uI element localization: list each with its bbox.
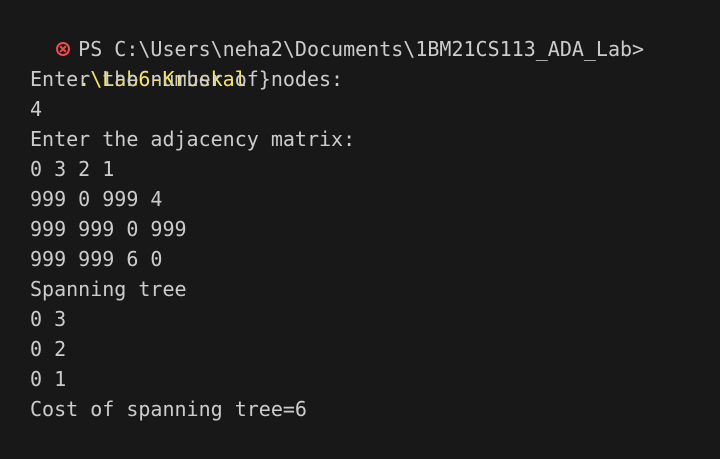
output-line: 999 999 0 999	[30, 217, 187, 241]
output-line: 0 1	[30, 367, 67, 391]
command-line: .\Lab6-Kruskal }	[0, 34, 720, 91]
output-line: 0 2	[30, 337, 67, 361]
terminal-panel[interactable]: PS C:\Users\neha2\Documents\1BM21CS113_A…	[0, 0, 720, 459]
output-line: Spanning tree	[30, 277, 187, 301]
output-line: 0 3	[30, 307, 67, 331]
output-line: 0 3 2 1	[30, 157, 115, 181]
output-line: 999 0 999 4	[30, 187, 163, 211]
output-line: Cost of spanning tree=6	[30, 397, 307, 421]
prompt-line: PS C:\Users\neha2\Documents\1BM21CS113_A…	[0, 4, 720, 61]
output-line: 4	[30, 97, 43, 121]
output-line: 999 999 6 0	[30, 247, 163, 271]
output-line: Enter the adjacency matrix:	[30, 127, 356, 151]
output-line: Enter the number of nodes:	[30, 67, 344, 91]
